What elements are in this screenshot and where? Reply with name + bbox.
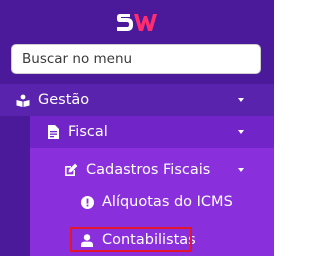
edit-icon [64,163,78,177]
menu-item-aliquotas-icms[interactable]: Alíquotas do ICMS [48,186,274,218]
sw-logo-icon [117,14,157,31]
exclamation-circle-icon [80,195,94,209]
menu-search-input[interactable] [11,44,261,74]
menu-item-label: Fiscal [68,124,108,140]
sidebar: Gestão Fiscal Cadastros Fiscais [0,0,274,256]
caret-down-icon [238,130,244,134]
menu-item-label: Gestão [38,92,90,108]
caret-down-icon [238,98,244,102]
book-reader-icon [16,93,30,107]
caret-down-icon [238,168,244,172]
menu-item-label: Alíquotas do ICMS [102,194,233,210]
menu-item-gestao[interactable]: Gestão [0,84,274,116]
menu-item-label: Cadastros Fiscais [86,162,211,178]
file-invoice-icon [46,125,60,139]
app-logo[interactable] [0,7,274,37]
menu-item-cadastros-fiscais[interactable]: Cadastros Fiscais [48,154,274,186]
selection-highlight [70,227,192,252]
menu-item-fiscal[interactable]: Fiscal [30,116,274,148]
